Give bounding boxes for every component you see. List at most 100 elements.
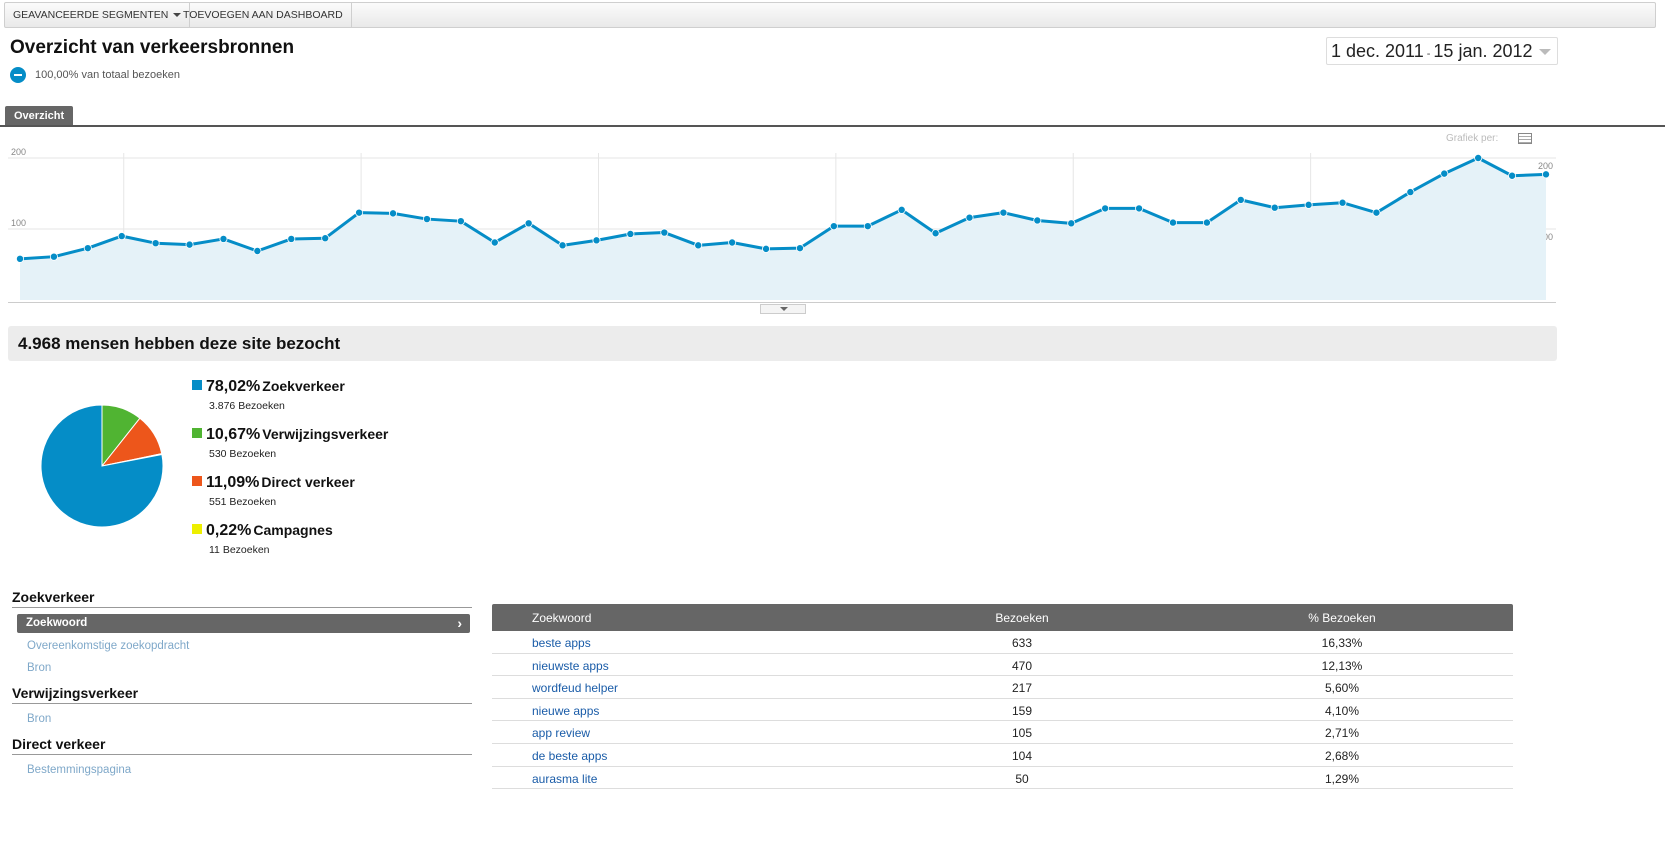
chart-border [8,302,1556,303]
visits-pct-cell: 5,60% [1324,681,1360,696]
advanced-segments-label: GEAVANCEERDE SEGMENTEN [13,9,169,21]
keyword-link[interactable]: de beste apps [532,749,607,763]
data-point [863,222,872,231]
data-point [355,208,364,217]
visits-cell: 470 [1011,658,1033,673]
data-point [694,241,703,250]
calendar-icon[interactable] [1518,133,1532,144]
data-point [558,241,567,250]
tab-divider [0,125,1665,127]
nav-item-referral-source[interactable]: Bron [27,713,51,725]
data-point [829,222,838,231]
data-point [1474,153,1483,162]
tab-overview[interactable]: Overzicht [5,106,74,126]
visits-cell: 105 [1011,726,1033,741]
data-point [456,217,465,226]
segment-indicator: 100,00% van totaal bezoeken [10,67,180,83]
visits-cell: 104 [1011,748,1033,763]
nav-item-landing-page[interactable]: Bestemmingspagina [27,764,131,776]
column-header-keyword[interactable]: Zoekwoord [532,611,591,625]
legend-item-search: 78,02% Zoekverkeer 3.876 Bezoeken [192,378,345,412]
data-point [1202,218,1211,227]
visits-pct-cell: 1,29% [1324,771,1360,786]
segment-text: 100,00% van totaal bezoeken [35,69,180,81]
table-row: de beste apps 104 2,68% [492,744,1513,767]
date-start: 1 dec. 2011 [1331,41,1424,61]
summary-text: 4.968 mensen hebben deze site bezocht [18,334,341,353]
data-point [897,205,906,214]
keyword-link[interactable]: nieuwste apps [532,659,609,673]
data-point [1168,218,1177,227]
date-range-picker[interactable]: 1 dec. 2011-15 jan. 2012 [1326,37,1558,65]
keyword-link[interactable]: nieuwe apps [532,704,599,718]
data-point [321,234,330,243]
nav-head-referral: Verwijzingsverkeer [12,685,472,704]
data-point [490,238,499,247]
advanced-segments-button[interactable]: GEAVANCEERDE SEGMENTEN [5,3,191,27]
data-point [287,234,296,243]
add-to-dashboard-button[interactable]: TOEVOEGEN AAN DASHBOARD [175,3,352,27]
data-point [15,254,24,263]
column-header-visits[interactable]: Bezoeken [992,611,1052,625]
legend-label: Zoekverkeer [262,378,345,394]
nav-item-matched-query[interactable]: Overeenkomstige zoekopdracht [27,640,189,652]
legend-swatch [192,380,202,390]
column-header-visits-pct[interactable]: % Bezoeken [1302,611,1382,625]
data-point [389,209,398,218]
nav-item-search-source[interactable]: Bron [27,662,51,674]
data-point [1304,200,1313,209]
legend-item-referral: 10,67% Verwijzingsverkeer 530 Bezoeken [192,426,389,460]
data-point [626,229,635,238]
visits-pct-cell: 2,71% [1324,726,1360,741]
legend-visits: 3.876 Bezoeken [209,400,285,412]
chevron-right-icon: › [457,615,462,631]
data-point [83,244,92,253]
table-row: nieuwste apps 470 12,13% [492,654,1513,677]
traffic-pie-chart [40,404,164,528]
data-point [185,240,194,249]
data-point [1067,219,1076,228]
chart-expand-handle[interactable] [760,304,806,314]
legend-visits: 551 Bezoeken [209,496,277,508]
legend-label: Verwijzingsverkeer [262,426,389,442]
visits-cell: 633 [1011,636,1033,650]
data-point [1135,204,1144,213]
keyword-table: Zoekwoord Bezoeken % Bezoeken beste apps… [492,604,1513,790]
keyword-link[interactable]: wordfeud helper [532,681,618,695]
y-tick-label: 100 [11,218,26,228]
legend-pct: 78,02% [206,378,261,395]
nav-heading: Zoekverkeer [12,589,472,608]
data-point [1542,170,1551,179]
data-point [999,208,1008,217]
keyword-link[interactable]: aurasma lite [532,772,597,786]
data-point [1508,171,1517,180]
data-point [931,229,940,238]
data-point [1236,195,1245,204]
data-point [117,232,126,241]
date-separator: - [1426,48,1431,60]
visits-pct-cell: 4,10% [1324,703,1360,718]
legend-swatch [192,524,202,534]
data-point [660,228,669,237]
y-tick-label: 200 [11,147,26,157]
keyword-link[interactable]: beste apps [532,636,591,650]
visits-cell: 217 [1011,681,1033,696]
data-point [965,213,974,222]
nav-heading: Verwijzingsverkeer [12,685,472,704]
summary-bar: 4.968 mensen hebben deze site bezocht [8,326,1557,361]
data-point [1033,216,1042,225]
keyword-link[interactable]: app review [532,726,590,740]
table-row: beste apps 633 16,33% [492,631,1513,654]
data-point [253,247,262,256]
segment-icon[interactable] [10,67,26,83]
table-row: app review 105 2,71% [492,721,1513,744]
chevron-down-icon [1539,49,1551,55]
legend-visits: 11 Bezoeken [209,544,270,556]
data-point [1270,203,1279,212]
data-point [219,234,228,243]
nav-item-keyword[interactable]: Zoekwoord › [17,614,470,633]
add-to-dashboard-label: TOEVOEGEN AAN DASHBOARD [183,9,343,21]
page-title: Overzicht van verkeersbronnen [10,37,295,58]
table-row: wordfeud helper 217 5,60% [492,676,1513,699]
nav-head-direct: Direct verkeer [12,736,472,755]
